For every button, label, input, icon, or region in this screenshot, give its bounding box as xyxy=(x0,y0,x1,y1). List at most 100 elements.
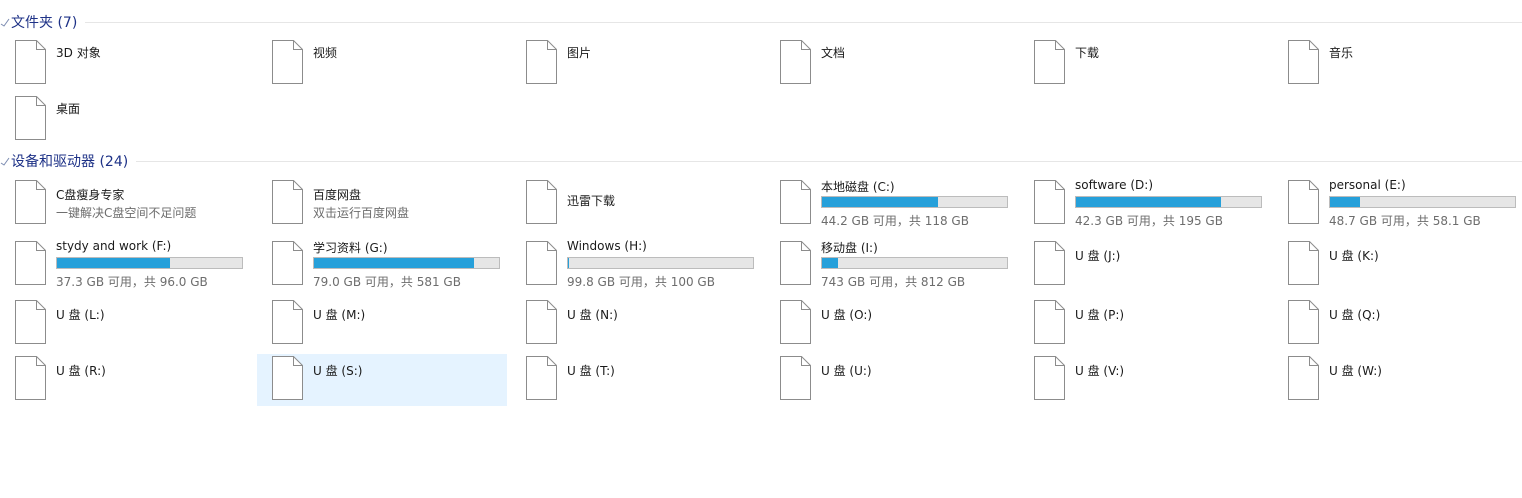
usage-bar xyxy=(821,257,1008,269)
usage-bar-fill xyxy=(1076,197,1221,207)
usage-bar xyxy=(1329,196,1516,208)
item-name: software (D:) xyxy=(1075,178,1153,192)
item-name: 百度网盘 xyxy=(313,188,362,202)
drive-item[interactable]: U 盘 (W:) xyxy=(1273,354,1522,406)
file-icon xyxy=(1288,40,1319,84)
explorer-content: 文件夹 (7) 3D 对象 视频 图片 文档 下载 音乐桌面 设备和驱动器 (24) C盘… xyxy=(0,0,1522,498)
item-name: 视频 xyxy=(313,46,338,60)
file-icon xyxy=(526,40,557,84)
file-icon xyxy=(780,180,811,224)
drive-item[interactable]: U 盘 (R:) xyxy=(0,354,250,406)
item-name: U 盘 (R:) xyxy=(56,364,106,378)
item-name: U 盘 (J:) xyxy=(1075,249,1121,263)
drive-item[interactable]: U 盘 (L:) xyxy=(0,298,250,350)
drive-item[interactable]: 迅雷下载 xyxy=(511,178,761,230)
usage-text: 37.3 GB 可用，共 96.0 GB xyxy=(56,275,208,289)
folder-item[interactable]: 桌面 xyxy=(0,94,250,146)
file-icon xyxy=(1288,180,1319,224)
drive-item[interactable]: Windows (H:) 99.8 GB 可用，共 100 GB xyxy=(511,239,761,291)
file-icon xyxy=(1034,40,1065,84)
file-icon xyxy=(1034,180,1065,224)
folder-item[interactable]: 3D 对象 xyxy=(0,38,250,90)
item-name: U 盘 (P:) xyxy=(1075,308,1125,322)
drive-item[interactable]: U 盘 (K:) xyxy=(1273,239,1522,291)
drive-item[interactable]: U 盘 (V:) xyxy=(1019,354,1269,406)
item-name: U 盘 (N:) xyxy=(567,308,618,322)
file-icon xyxy=(1034,241,1065,285)
file-icon xyxy=(15,96,46,140)
drive-item[interactable]: U 盘 (Q:) xyxy=(1273,298,1522,350)
drive-item[interactable]: 本地磁盘 (C:) 44.2 GB 可用，共 118 GB xyxy=(765,178,1015,230)
file-icon xyxy=(780,300,811,344)
item-name: U 盘 (M:) xyxy=(313,308,366,322)
usage-text: 99.8 GB 可用，共 100 GB xyxy=(567,275,715,289)
file-icon xyxy=(1034,356,1065,400)
item-name: Windows (H:) xyxy=(567,239,647,253)
file-icon xyxy=(1288,241,1319,285)
item-name: 学习资料 (G:) xyxy=(313,241,388,255)
item-name: U 盘 (W:) xyxy=(1329,364,1382,378)
item-name: 本地磁盘 (C:) xyxy=(821,180,895,194)
chevron-down-icon[interactable] xyxy=(0,17,10,27)
drive-item[interactable]: U 盘 (U:) xyxy=(765,354,1015,406)
folder-item[interactable]: 下载 xyxy=(1019,38,1269,90)
item-name: 移动盘 (I:) xyxy=(821,241,878,255)
drive-item[interactable]: 移动盘 (I:) 743 GB 可用，共 812 GB xyxy=(765,239,1015,291)
usage-bar-fill xyxy=(314,258,474,268)
drive-item[interactable]: U 盘 (N:) xyxy=(511,298,761,350)
item-name: U 盘 (O:) xyxy=(821,308,873,322)
item-name: stydy and work (F:) xyxy=(56,239,172,253)
usage-bar xyxy=(821,196,1008,208)
group-header-folders[interactable]: 文件夹 (7) xyxy=(0,12,1522,32)
usage-text: 44.2 GB 可用，共 118 GB xyxy=(821,214,969,228)
item-name: 图片 xyxy=(567,46,592,60)
item-name: 3D 对象 xyxy=(56,46,101,60)
drive-item[interactable]: U 盘 (O:) xyxy=(765,298,1015,350)
usage-text: 79.0 GB 可用，共 581 GB xyxy=(313,275,461,289)
file-icon xyxy=(526,356,557,400)
file-icon xyxy=(15,40,46,84)
file-icon xyxy=(526,300,557,344)
folder-item[interactable]: 文档 xyxy=(765,38,1015,90)
drive-item[interactable]: software (D:) 42.3 GB 可用，共 195 GB xyxy=(1019,178,1269,230)
drive-item[interactable]: stydy and work (F:) 37.3 GB 可用，共 96.0 GB xyxy=(0,239,250,291)
item-name: U 盘 (V:) xyxy=(1075,364,1125,378)
usage-text: 42.3 GB 可用，共 195 GB xyxy=(1075,214,1223,228)
drive-item[interactable]: C盘瘦身专家一键解决C盘空间不足问题 xyxy=(0,178,250,230)
drive-item[interactable]: U 盘 (J:) xyxy=(1019,239,1269,291)
file-icon xyxy=(272,241,303,285)
usage-bar-fill xyxy=(57,258,171,268)
usage-bar-fill xyxy=(1330,197,1360,207)
drive-item[interactable]: U 盘 (S:) xyxy=(257,354,507,406)
file-icon xyxy=(272,356,303,400)
drive-item[interactable]: U 盘 (T:) xyxy=(511,354,761,406)
usage-bar xyxy=(1075,196,1262,208)
drive-item[interactable]: 百度网盘 双击运行百度网盘 xyxy=(257,178,507,230)
drive-item[interactable]: personal (E:) 48.7 GB 可用，共 58.1 GB xyxy=(1273,178,1522,230)
group-header-devices[interactable]: 设备和驱动器 (24) xyxy=(0,151,1522,171)
file-icon xyxy=(15,180,46,224)
file-icon xyxy=(1288,300,1319,344)
item-name: C盘瘦身专家 xyxy=(56,188,125,202)
folder-item[interactable]: 音乐 xyxy=(1273,38,1522,90)
item-name: 迅雷下载 xyxy=(567,194,616,208)
group-divider xyxy=(85,21,1522,23)
usage-bar xyxy=(567,257,754,269)
group-title: 文件夹 (7) xyxy=(11,15,78,31)
usage-bar xyxy=(313,257,500,269)
chevron-down-icon[interactable] xyxy=(0,156,10,166)
file-icon xyxy=(272,300,303,344)
drive-item[interactable]: U 盘 (M:) xyxy=(257,298,507,350)
folder-item[interactable]: 视频 xyxy=(257,38,507,90)
drive-item[interactable]: U 盘 (P:) xyxy=(1019,298,1269,350)
item-name: U 盘 (S:) xyxy=(313,364,363,378)
item-name: personal (E:) xyxy=(1329,178,1406,192)
item-description: 一键解决C盘空间不足问题 xyxy=(56,206,197,220)
drive-item[interactable]: 学习资料 (G:) 79.0 GB 可用，共 581 GB xyxy=(257,239,507,291)
usage-bar-fill xyxy=(822,258,838,268)
item-name: U 盘 (Q:) xyxy=(1329,308,1381,322)
group-divider xyxy=(136,160,1522,162)
folder-item[interactable]: 图片 xyxy=(511,38,761,90)
file-icon xyxy=(15,356,46,400)
item-name: U 盘 (K:) xyxy=(1329,249,1379,263)
